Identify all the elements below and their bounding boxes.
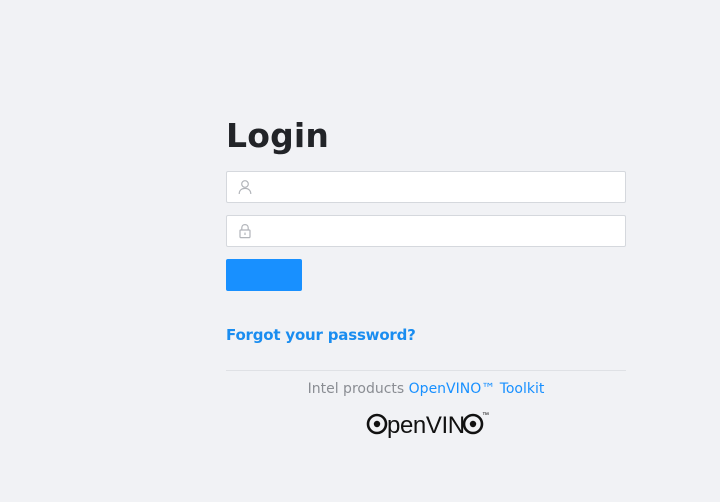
product-line: Intel products OpenVINO™ Toolkit bbox=[226, 382, 626, 396]
openvino-logo: penVIN ™ bbox=[365, 408, 489, 440]
username-field[interactable] bbox=[226, 171, 626, 203]
login-button[interactable] bbox=[226, 259, 302, 291]
login-page: Login Forgot your password? Intel produc… bbox=[0, 0, 720, 502]
page-title: Login bbox=[226, 116, 330, 155]
divider bbox=[226, 370, 626, 371]
password-input[interactable] bbox=[261, 216, 616, 246]
product-prefix: Intel products bbox=[307, 382, 405, 396]
username-input[interactable] bbox=[261, 172, 616, 202]
svg-text:penVIN: penVIN bbox=[387, 412, 465, 439]
trademark-mark: ™ bbox=[482, 412, 489, 419]
forgot-password-link[interactable]: Forgot your password? bbox=[226, 326, 416, 344]
user-icon bbox=[238, 180, 252, 195]
login-panel: Login Forgot your password? Intel produc… bbox=[226, 116, 626, 439]
openvino-toolkit-link[interactable]: OpenVINO™ Toolkit bbox=[409, 382, 545, 396]
lock-icon bbox=[239, 223, 251, 239]
password-field[interactable] bbox=[226, 215, 626, 247]
